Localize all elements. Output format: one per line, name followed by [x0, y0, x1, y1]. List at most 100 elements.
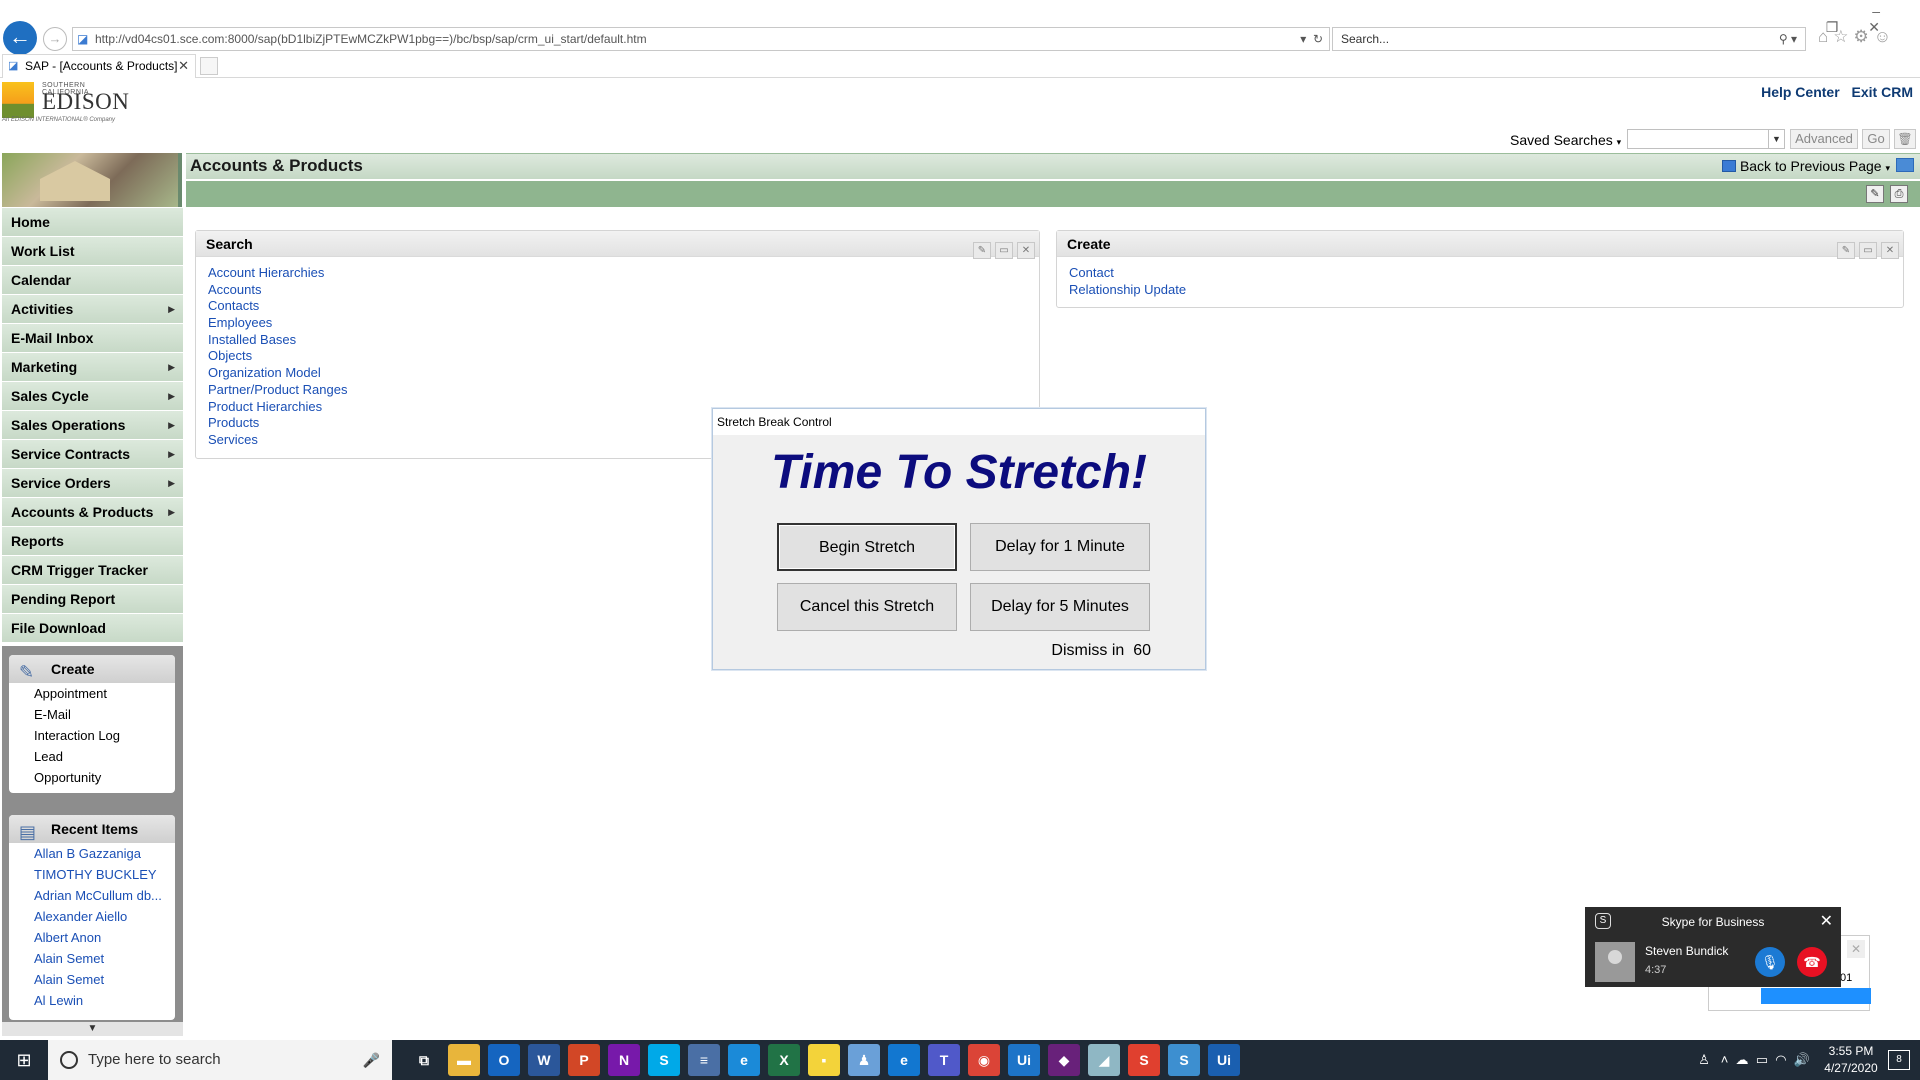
minimize-icon[interactable]: ▭: [995, 242, 1013, 259]
close-icon[interactable]: ✕: [1820, 911, 1833, 931]
close-icon[interactable]: ✕: [1847, 940, 1865, 958]
word-icon[interactable]: W: [528, 1044, 560, 1076]
search-link[interactable]: Objects: [208, 348, 1039, 365]
nav-item[interactable]: Sales Cycle ▶: [2, 382, 183, 410]
refresh-icon[interactable]: ▾ ↻: [1300, 28, 1323, 50]
clock[interactable]: 3:55 PM 4/27/2020: [1816, 1043, 1886, 1077]
create-link[interactable]: Relationship Update: [1069, 282, 1903, 299]
create-item[interactable]: Interaction Log: [9, 725, 175, 746]
system-tray[interactable]: ♙ ˄ ☁ ▭ ◠ 🔊: [1698, 1040, 1810, 1080]
create-item[interactable]: Appointment: [9, 683, 175, 704]
app-s-icon[interactable]: S: [1168, 1044, 1200, 1076]
taskbar-search-input[interactable]: Type here to search 🎤: [48, 1040, 392, 1080]
nav-item[interactable]: Sales Operations ▶: [2, 411, 183, 439]
nav-item[interactable]: Pending Report: [2, 585, 183, 613]
forward-arrow-icon[interactable]: →: [43, 27, 67, 51]
recent-item[interactable]: Alexander Aiello: [9, 906, 175, 927]
notes-app-icon[interactable]: ◢: [1088, 1044, 1120, 1076]
print-icon[interactable]: ⎙: [1890, 185, 1908, 203]
edge-icon[interactable]: e: [888, 1044, 920, 1076]
personalize-icon[interactable]: ✎: [1837, 242, 1855, 259]
saved-searches-dropdown[interactable]: Saved Searches ▾: [1510, 132, 1621, 148]
nav-item[interactable]: Service Orders ▶: [2, 469, 183, 497]
minimize-icon[interactable]: ▭: [1859, 242, 1877, 259]
browser-tab[interactable]: ◪ SAP - [Accounts & Products] ✕: [2, 54, 196, 78]
microphone-icon[interactable]: 🎤: [363, 1040, 380, 1080]
personalize-icon[interactable]: ✎: [1866, 185, 1884, 203]
exit-crm-link[interactable]: Exit CRM: [1852, 84, 1913, 100]
chrome-icon[interactable]: ◉: [968, 1044, 1000, 1076]
browser-search-input[interactable]: Search... ⚲ ▾: [1332, 27, 1806, 51]
nav-item[interactable]: Marketing ▶: [2, 353, 183, 381]
recent-item[interactable]: Al Lewin: [9, 990, 175, 1011]
recent-item[interactable]: Allan B Gazzaniga: [9, 843, 175, 864]
search-link[interactable]: Partner/Product Ranges: [208, 382, 1039, 399]
cancel-stretch-button[interactable]: Cancel this Stretch: [777, 583, 957, 631]
app-stripe-icon[interactable]: ≡: [688, 1044, 720, 1076]
hang-up-icon[interactable]: ☎: [1797, 947, 1827, 977]
recent-item[interactable]: Alain Semet: [9, 948, 175, 969]
nav-item[interactable]: Home: [2, 208, 183, 236]
notifications-icon[interactable]: 8: [1888, 1050, 1910, 1070]
create-item[interactable]: Lead: [9, 746, 175, 767]
close-icon[interactable]: ✕: [1881, 242, 1899, 259]
window-controls[interactable]: –❐✕: [1800, 3, 1910, 35]
back-arrow-icon[interactable]: ←: [3, 21, 37, 55]
snagit-icon[interactable]: S: [1128, 1044, 1160, 1076]
close-tab-icon[interactable]: ✕: [178, 55, 189, 77]
file-explorer-icon[interactable]: ▬: [448, 1044, 480, 1076]
create-item[interactable]: E-Mail: [9, 704, 175, 725]
address-bar[interactable]: ◪ http://vd04cs01.sce.com:8000/sap(bD1lb…: [72, 27, 1330, 51]
create-item[interactable]: Opportunity: [9, 767, 175, 788]
windows-start-icon[interactable]: ⊞: [0, 1040, 48, 1080]
recent-item[interactable]: Albert Anon: [9, 927, 175, 948]
sticky-notes-icon[interactable]: ▪: [808, 1044, 840, 1076]
create-link[interactable]: Contact: [1069, 265, 1903, 282]
network-app-icon[interactable]: ♟: [848, 1044, 880, 1076]
begin-stretch-button[interactable]: Begin Stretch: [777, 523, 957, 571]
close-icon[interactable]: ✕: [1017, 242, 1035, 259]
search-link[interactable]: Organization Model: [208, 365, 1039, 382]
nav-item[interactable]: Accounts & Products ▶: [2, 498, 183, 526]
screen-options-icon[interactable]: [1896, 158, 1914, 172]
delay-1-minute-button[interactable]: Delay for 1 Minute: [970, 523, 1150, 571]
nav-item[interactable]: File Download: [2, 614, 183, 642]
trash-icon[interactable]: 🗑: [1894, 129, 1916, 149]
recent-item[interactable]: TIMOTHY BUCKLEY: [9, 864, 175, 885]
nav-item[interactable]: Activities ▶: [2, 295, 183, 323]
search-link[interactable]: Installed Bases: [208, 332, 1039, 349]
recent-item[interactable]: Alain Semet: [9, 969, 175, 990]
nav-item[interactable]: Reports: [2, 527, 183, 555]
help-center-link[interactable]: Help Center: [1761, 84, 1840, 100]
go-button[interactable]: Go: [1862, 129, 1890, 149]
search-icon[interactable]: ⚲ ▾: [1779, 28, 1797, 50]
delay-5-minutes-button[interactable]: Delay for 5 Minutes: [970, 583, 1150, 631]
nav-item[interactable]: E-Mail Inbox: [2, 324, 183, 352]
search-link[interactable]: Employees: [208, 315, 1039, 332]
uipath-icon[interactable]: Ui: [1008, 1044, 1040, 1076]
task-view-icon[interactable]: ⧉: [408, 1044, 440, 1076]
advanced-button[interactable]: Advanced: [1790, 129, 1858, 149]
scroll-down-icon[interactable]: ▼: [2, 1022, 183, 1036]
internet-explorer-icon[interactable]: e: [728, 1044, 760, 1076]
outlook-icon[interactable]: O: [488, 1044, 520, 1076]
search-link[interactable]: Contacts: [208, 298, 1039, 315]
teams-icon[interactable]: T: [928, 1044, 960, 1076]
saved-searches-select[interactable]: ▼: [1627, 129, 1785, 149]
nav-item[interactable]: Calendar: [2, 266, 183, 294]
powerpoint-icon[interactable]: P: [568, 1044, 600, 1076]
personalize-icon[interactable]: ✎: [973, 242, 991, 259]
back-to-previous-page[interactable]: Back to Previous Page ▾: [1721, 158, 1890, 174]
nav-item[interactable]: Work List: [2, 237, 183, 265]
microphone-muted-icon[interactable]: 🎙: [1755, 947, 1785, 977]
excel-icon[interactable]: X: [768, 1044, 800, 1076]
recent-item[interactable]: Adrian McCullum db...: [9, 885, 175, 906]
visual-studio-icon[interactable]: ◆: [1048, 1044, 1080, 1076]
search-link[interactable]: Account Hierarchies: [208, 265, 1039, 282]
nav-item[interactable]: CRM Trigger Tracker: [2, 556, 183, 584]
chevron-down-icon[interactable]: ▼: [1768, 130, 1784, 148]
onenote-icon[interactable]: N: [608, 1044, 640, 1076]
search-link[interactable]: Accounts: [208, 282, 1039, 299]
nav-item[interactable]: Service Contracts ▶: [2, 440, 183, 468]
skype-icon[interactable]: S: [648, 1044, 680, 1076]
